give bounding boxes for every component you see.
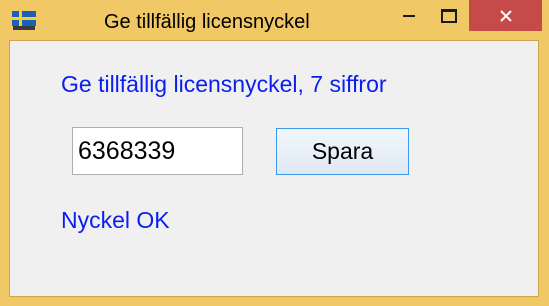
maximize-icon: [441, 9, 457, 23]
license-key-input[interactable]: [72, 127, 243, 175]
save-button[interactable]: Spara: [276, 128, 409, 175]
minimize-button[interactable]: [390, 0, 428, 32]
status-message: Nyckel OK: [61, 207, 170, 233]
dialog-client-area: Ge tillfällig licensnyckel, 7 siffror Sp…: [9, 40, 539, 297]
close-button[interactable]: [469, 0, 542, 31]
title-bar[interactable]: Ge tillfällig licensnyckel: [0, 0, 549, 40]
close-icon: [499, 9, 512, 22]
maximize-button[interactable]: [430, 0, 468, 32]
minimize-icon: [403, 15, 415, 17]
dialog-window: Ge tillfällig licensnyckel Ge tillfällig…: [0, 0, 549, 306]
swedish-flag-icon: [12, 9, 36, 31]
window-title: Ge tillfällig licensnyckel: [104, 11, 310, 33]
instruction-heading: Ge tillfällig licensnyckel, 7 siffror: [61, 71, 387, 97]
